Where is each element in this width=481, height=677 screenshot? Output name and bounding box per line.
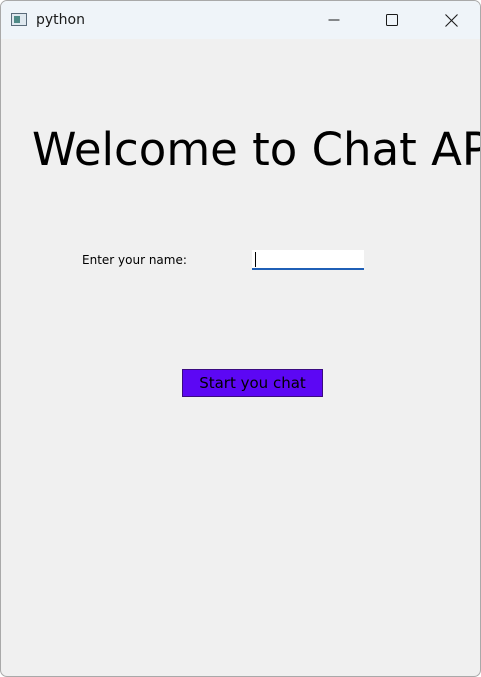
app-window-icon <box>11 13 27 26</box>
app-window: python Welcome to Chat APP Enter your na… <box>0 0 481 677</box>
name-label: Enter your name: <box>82 253 187 267</box>
close-button[interactable] <box>422 1 480 39</box>
text-caret <box>255 252 256 267</box>
name-input[interactable] <box>252 250 364 270</box>
maximize-icon <box>386 14 398 26</box>
window-title: python <box>36 12 85 28</box>
minimize-button[interactable] <box>305 1 363 39</box>
title-bar[interactable]: python <box>1 1 480 39</box>
close-icon <box>444 13 458 27</box>
maximize-button[interactable] <box>363 1 421 39</box>
minimize-icon <box>328 14 340 26</box>
start-chat-button[interactable]: Start you chat <box>182 369 323 397</box>
welcome-heading: Welcome to Chat APP <box>32 123 481 176</box>
